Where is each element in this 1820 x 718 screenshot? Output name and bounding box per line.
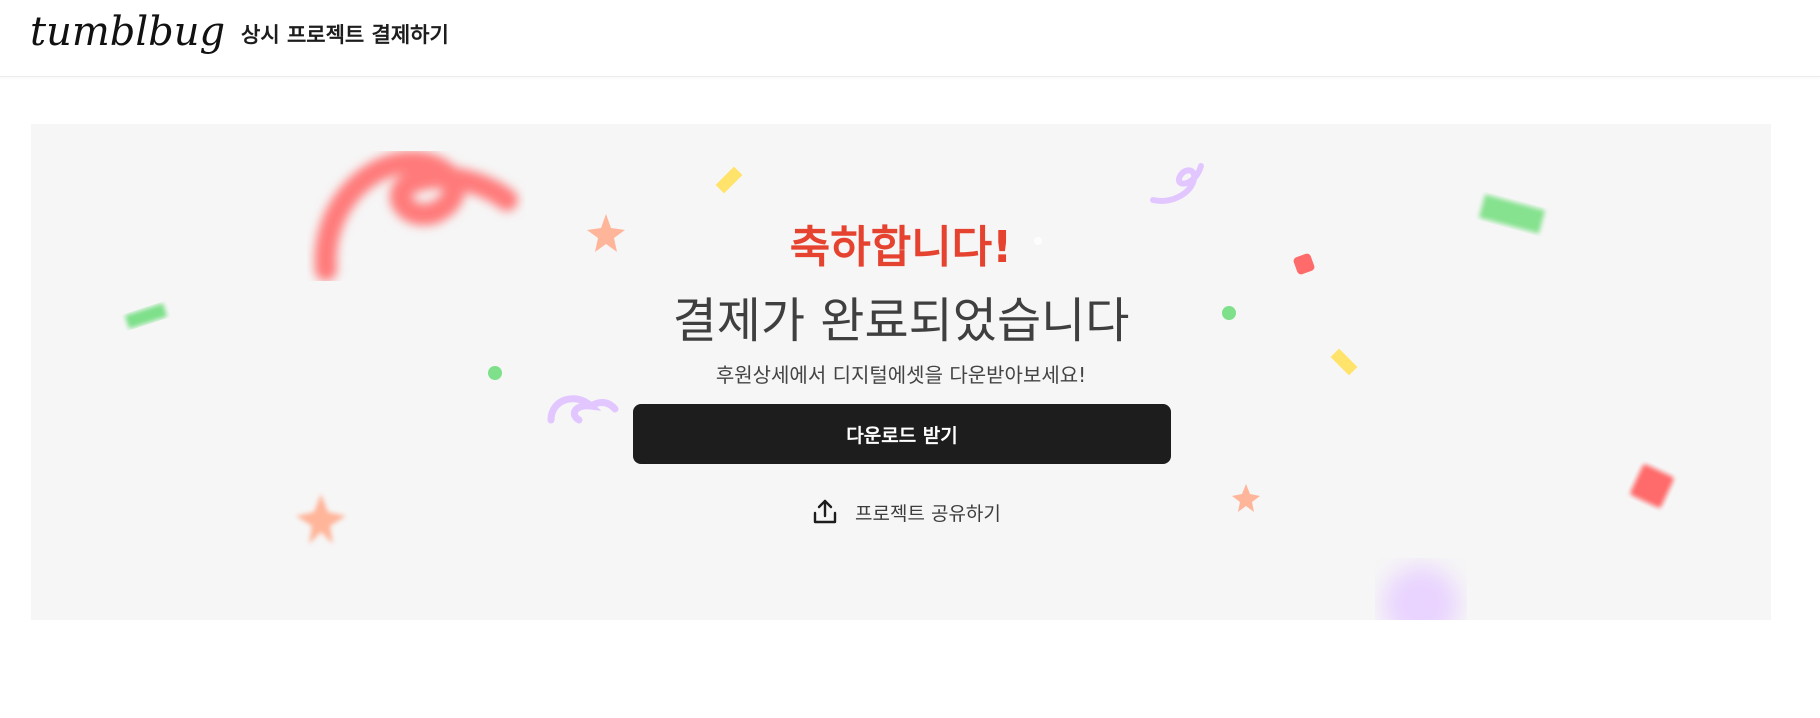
- share-project-button[interactable]: 프로젝트 공유하기: [811, 496, 1001, 528]
- page-title: 상시 프로젝트 결제하기: [241, 23, 449, 47]
- tumblbug-logo[interactable]: tumblbug: [30, 4, 225, 60]
- congrats-headline: 축하합니다!: [789, 222, 1013, 273]
- download-button[interactable]: 다운로드 받기: [633, 404, 1171, 464]
- download-info-text: 후원상세에서 디지털에셋을 다운받아보세요!: [715, 363, 1087, 387]
- header-separator: ·: [218, 22, 224, 41]
- payment-complete-banner: 축하합니다! 결제가 완료되었습니다 후원상세에서 디지털에셋을 다운받아보세요…: [31, 124, 1771, 620]
- share-upload-icon: [811, 498, 839, 526]
- payment-complete-text: 결제가 완료되었습니다: [672, 293, 1130, 349]
- share-project-label: 프로젝트 공유하기: [855, 502, 1001, 525]
- page-header: tumblbug · 상시 프로젝트 결제하기: [0, 0, 1820, 77]
